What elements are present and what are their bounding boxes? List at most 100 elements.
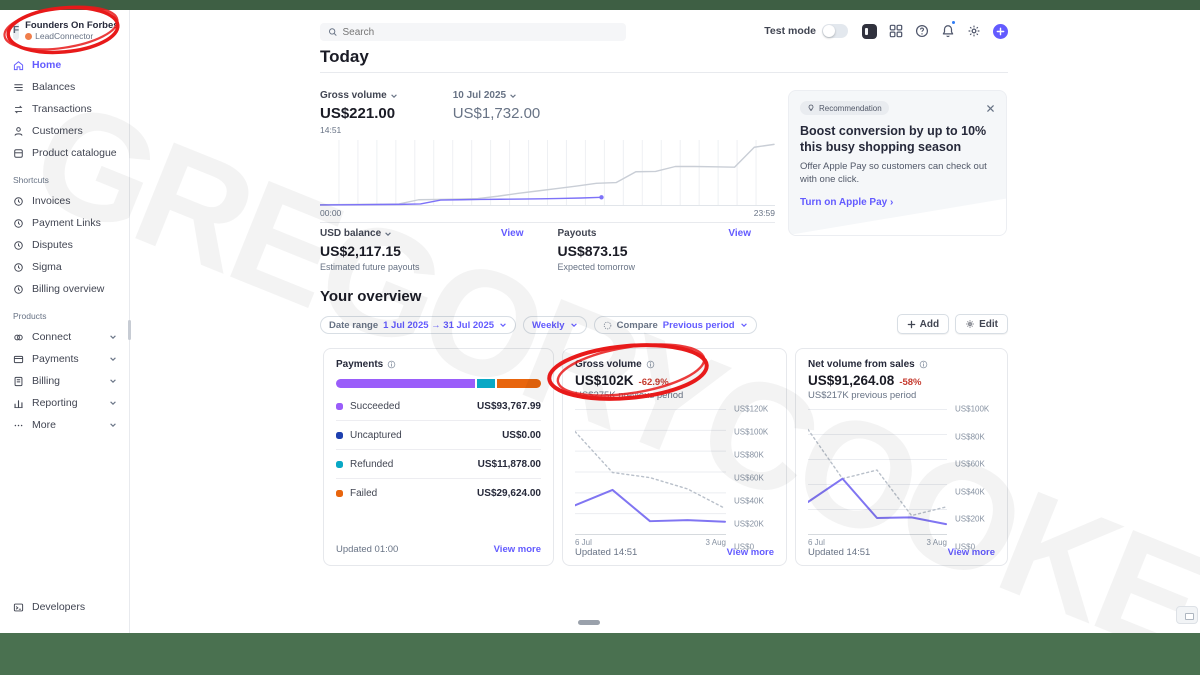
sidebar-item-developers[interactable]: Developers bbox=[13, 599, 85, 615]
interval-value: Weekly bbox=[532, 319, 565, 331]
x-axis-end: 3 Aug bbox=[705, 538, 726, 547]
gross-volume-updated: Updated 14:51 bbox=[575, 547, 638, 558]
compare-filter[interactable]: Compare Previous period bbox=[593, 316, 757, 334]
chevron-down-icon bbox=[110, 423, 116, 428]
gross-volume-delta: -62.9% bbox=[638, 377, 669, 388]
test-mode-toggle[interactable] bbox=[822, 24, 848, 38]
date-range-filter[interactable]: Date range 1 Jul 2025 → 31 Jul 2025 bbox=[320, 316, 517, 334]
chevron-down-icon bbox=[390, 93, 397, 98]
sidebar-item-connect[interactable]: Connect bbox=[13, 329, 129, 345]
sidebar-item-sigma[interactable]: Sigma bbox=[13, 259, 129, 275]
horizontal-scrollbar[interactable] bbox=[578, 620, 600, 625]
bell-icon bbox=[942, 24, 954, 37]
legend-label: Uncaptured bbox=[350, 429, 402, 441]
gross-volume-line-chart bbox=[575, 409, 726, 535]
sidebar-item-label: Customers bbox=[32, 125, 83, 138]
usd-balance-view-link[interactable]: View bbox=[501, 228, 524, 239]
gross-volume-card-title: Gross volume bbox=[575, 359, 642, 370]
edit-button[interactable]: Edit bbox=[955, 314, 1008, 334]
info-icon[interactable] bbox=[387, 360, 396, 369]
recommendation-card: Recommendation Boost conversion by up to… bbox=[788, 90, 1007, 236]
command-panel-icon[interactable] bbox=[862, 23, 877, 39]
transactions-icon bbox=[14, 105, 23, 114]
info-icon[interactable] bbox=[646, 360, 655, 369]
payments-view-more-link[interactable]: View more bbox=[494, 544, 541, 555]
sidebar-item-transactions[interactable]: Transactions bbox=[13, 101, 129, 117]
payments-card: Payments Succeeded US$93,767.99 Uncaptur… bbox=[323, 348, 554, 566]
chevron-down-icon bbox=[110, 335, 116, 340]
sidebar-item-label: Connect bbox=[32, 331, 72, 344]
account-switcher[interactable]: F Founders On Forbes LeadConnector bbox=[13, 20, 129, 41]
payouts-value: US$873.15 bbox=[557, 243, 628, 259]
terminal-icon bbox=[13, 603, 24, 611]
top-letterbox-bar bbox=[0, 0, 1200, 10]
sidebar-item-customers[interactable]: Customers bbox=[13, 123, 129, 139]
payouts-block: Payouts View US$873.15 Expected tomorrow bbox=[548, 228, 776, 272]
usd-balance-label[interactable]: USD balance bbox=[320, 228, 381, 239]
info-icon[interactable] bbox=[919, 360, 928, 369]
chevron-down-icon bbox=[500, 323, 506, 327]
lightbulb-icon bbox=[808, 104, 814, 111]
sidebar-item-billing-overview[interactable]: Billing overview bbox=[13, 281, 129, 297]
sidebar-item-reporting[interactable]: Reporting bbox=[13, 395, 129, 411]
sidebar-item-label: Sigma bbox=[32, 261, 62, 274]
gear-icon bbox=[966, 320, 974, 328]
legend-row-failed[interactable]: Failed US$29,624.00 bbox=[336, 479, 541, 508]
sidebar-item-payments[interactable]: Payments bbox=[13, 351, 129, 367]
sidebar-item-payment-links[interactable]: Payment Links bbox=[13, 215, 129, 231]
compare-date-header[interactable]: 10 Jul 2025 bbox=[453, 90, 541, 101]
notifications-bell[interactable] bbox=[941, 20, 956, 40]
sidebar-item-home[interactable]: Home bbox=[13, 57, 129, 73]
close-icon[interactable] bbox=[986, 104, 995, 113]
sidebar-item-balances[interactable]: Balances bbox=[13, 79, 129, 95]
x-axis-end: 23:59 bbox=[753, 208, 775, 218]
sidebar-item-label: Home bbox=[32, 59, 62, 72]
payouts-view-link[interactable]: View bbox=[728, 228, 751, 239]
sidebar-item-label: More bbox=[32, 419, 56, 432]
succeeded-dot bbox=[336, 402, 343, 410]
uncaptured-dot bbox=[336, 431, 343, 439]
help-icon[interactable] bbox=[915, 24, 929, 38]
sidebar-item-invoices[interactable]: Invoices bbox=[13, 193, 129, 209]
payouts-label[interactable]: Payouts bbox=[558, 228, 597, 239]
sidebar-scrollbar[interactable] bbox=[128, 320, 131, 340]
sidebar-item-label: Billing overview bbox=[32, 283, 105, 296]
sidebar-item-product-catalogue[interactable]: Product catalogue bbox=[13, 145, 129, 161]
legend-amount: US$11,878.00 bbox=[477, 458, 541, 470]
date-range-value: 1 Jul 2025 → 31 Jul 2025 bbox=[383, 319, 495, 331]
divider bbox=[320, 222, 775, 223]
leadconnector-logo-icon bbox=[25, 32, 33, 40]
turn-on-apple-pay-link[interactable]: Turn on Apple Pay › bbox=[800, 197, 995, 208]
settings-gear-icon[interactable] bbox=[967, 24, 981, 38]
chevron-down-icon bbox=[110, 401, 116, 406]
search-input[interactable] bbox=[342, 26, 618, 38]
legend-row-refunded[interactable]: Refunded US$11,878.00 bbox=[336, 450, 541, 479]
usd-balance-sub: Estimated future payouts bbox=[320, 262, 420, 272]
more-icon bbox=[14, 424, 23, 427]
picture-in-picture-icon[interactable] bbox=[1176, 606, 1198, 624]
add-button[interactable]: Add bbox=[896, 314, 950, 334]
sidebar-item-disputes[interactable]: Disputes bbox=[13, 237, 129, 253]
gross-volume-stat-header[interactable]: Gross volume bbox=[320, 90, 398, 101]
clock-icon bbox=[14, 263, 23, 272]
sidebar-item-label: Balances bbox=[32, 81, 76, 94]
legend-row-uncaptured[interactable]: Uncaptured US$0.00 bbox=[336, 421, 541, 450]
test-mode-label: Test mode bbox=[764, 25, 816, 37]
account-name: Founders On Forbes bbox=[25, 20, 119, 31]
create-button[interactable] bbox=[993, 23, 1008, 39]
net-volume-delta: -58% bbox=[899, 377, 922, 388]
search-bar[interactable] bbox=[320, 23, 626, 41]
interval-filter[interactable]: Weekly bbox=[523, 316, 587, 334]
apps-grid-icon[interactable] bbox=[889, 24, 903, 38]
x-axis-start: 00:00 bbox=[320, 208, 342, 218]
plus-icon bbox=[907, 320, 915, 328]
net-volume-card-value: US$91,264.08 bbox=[808, 373, 895, 388]
chevron-down-icon bbox=[110, 357, 116, 362]
sidebar-item-label: Billing bbox=[32, 375, 61, 388]
legend-row-succeeded[interactable]: Succeeded US$93,767.99 bbox=[336, 392, 541, 421]
compare-icon bbox=[603, 321, 611, 329]
gross-volume-previous: US$275K previous period bbox=[575, 390, 684, 401]
net-volume-previous: US$217K previous period bbox=[808, 390, 917, 401]
sidebar-item-billing[interactable]: Billing bbox=[13, 373, 129, 389]
sidebar-item-more[interactable]: More bbox=[13, 417, 129, 433]
